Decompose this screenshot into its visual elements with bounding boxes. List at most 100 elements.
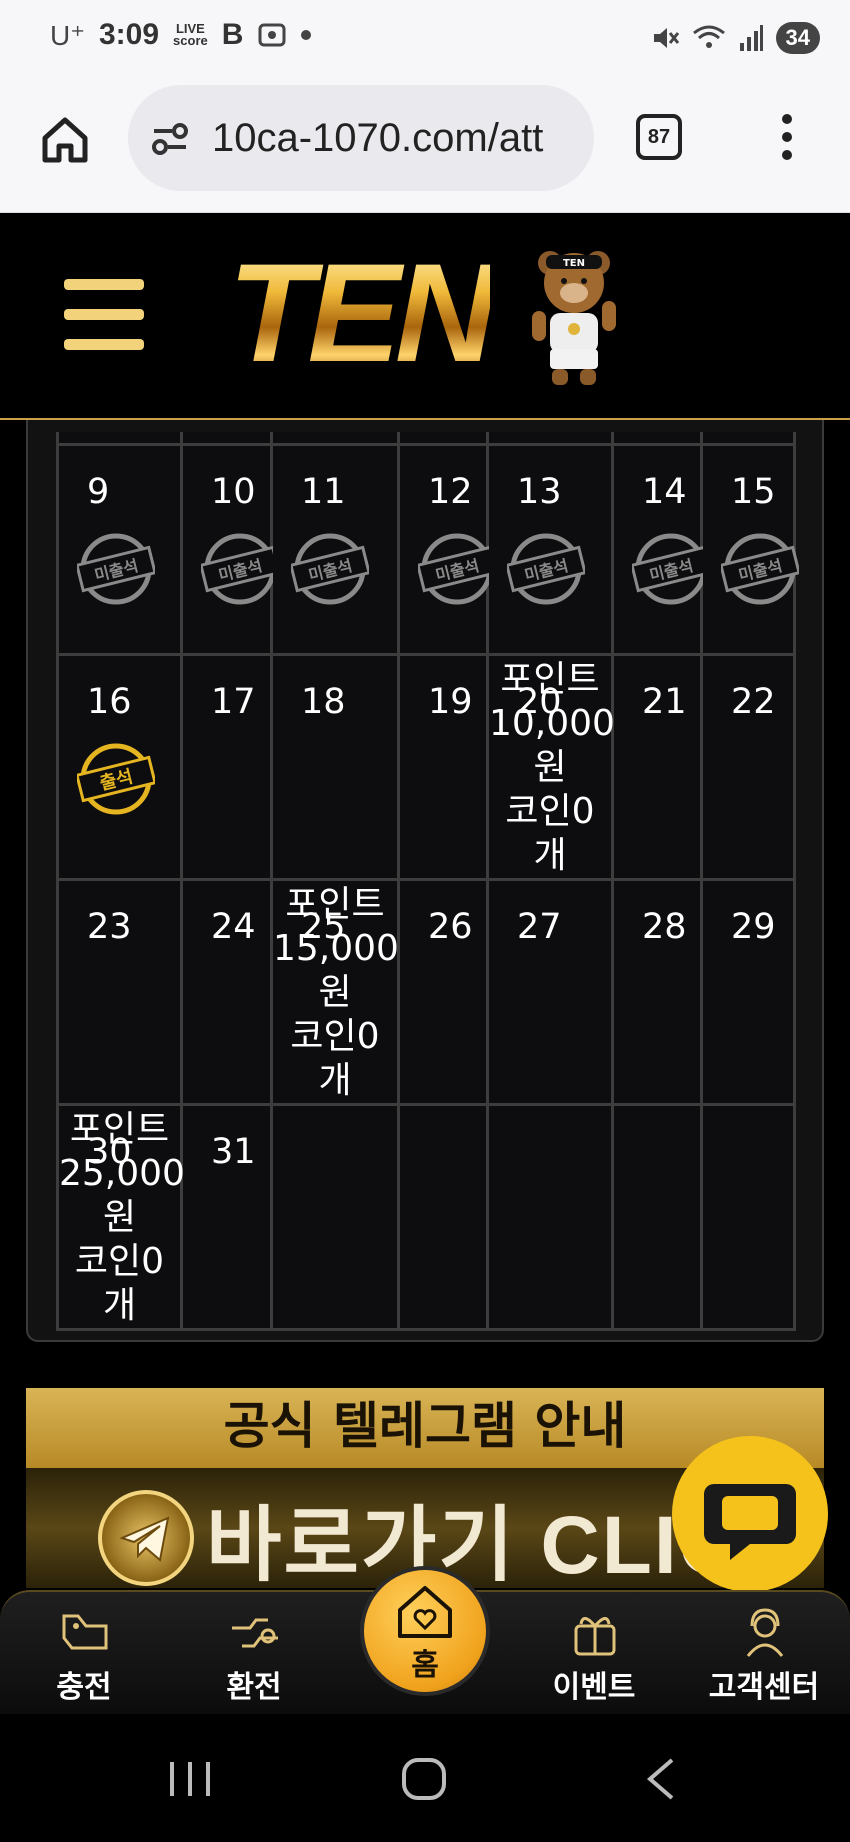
calendar-day-cell[interactable]: 21 — [611, 652, 703, 881]
day-number: 13 — [517, 471, 562, 512]
calendar-week-row: 23 24 25 포인트 15,000 원 코인0 개 26 27 28 29 — [56, 877, 796, 1106]
site-logo[interactable]: TEN — [228, 243, 496, 383]
calendar-cell — [180, 432, 273, 446]
reward-info: 포인트 10,000 원 코인0 개 — [489, 658, 615, 878]
day-number: 29 — [731, 906, 776, 947]
recent-apps-icon[interactable] — [160, 1754, 220, 1804]
battery-indicator: 34 — [775, 22, 820, 54]
calendar-day-cell[interactable] — [486, 1102, 614, 1331]
reward-line: 개 — [318, 1059, 352, 1101]
browser-toolbar: 10ca-1070.com/att 87 — [0, 80, 850, 213]
reward-line: 개 — [102, 1284, 137, 1326]
reward-line: 10,000 — [489, 702, 615, 744]
site-header: TEN TEN — [0, 213, 850, 420]
day-number: 14 — [642, 471, 687, 512]
calendar-day-cell[interactable] — [700, 1102, 796, 1331]
day-number: 10 — [211, 471, 256, 512]
calendar-day-cell[interactable] — [611, 1102, 703, 1331]
absent-stamp-icon: 미출석 — [199, 530, 281, 612]
clock: 3:09 — [99, 18, 160, 51]
notification-dot-icon — [301, 30, 312, 40]
nav-support[interactable]: 고객센터 — [694, 1592, 834, 1716]
system-navigation-bar — [0, 1714, 850, 1842]
wifi-icon — [692, 25, 725, 48]
calendar-day-cell[interactable]: 28 — [611, 877, 703, 1106]
calendar-day-cell[interactable]: 19 — [397, 652, 489, 881]
calendar-day-cell[interactable]: 27 — [486, 877, 614, 1106]
calendar-cell — [486, 432, 614, 446]
absent-stamp-icon: 미출석 — [416, 530, 498, 612]
calendar-day-cell[interactable]: 13 미출석 — [486, 442, 614, 656]
status-right: 34 — [650, 22, 820, 54]
back-icon[interactable] — [632, 1754, 692, 1804]
calendar-day-cell[interactable]: 20 포인트 10,000 원 코인0 개 — [486, 652, 615, 881]
calendar-day-cell[interactable]: 11 미출석 — [270, 442, 400, 656]
nav-event[interactable]: 이벤트 — [524, 1592, 664, 1716]
hamburger-menu-icon[interactable] — [64, 279, 144, 351]
calendar-day-cell[interactable]: 18 — [270, 652, 400, 881]
calendar-day-cell[interactable]: 14 미출석 — [611, 442, 712, 656]
carrier-label: U⁺ — [50, 19, 85, 51]
nav-exchange-label: 환전 — [226, 1670, 282, 1705]
calendar-day-cell[interactable]: 17 — [180, 652, 273, 881]
status-bar: U⁺ 3:09 LIVE score B 34 — [0, 0, 850, 80]
chat-bubble-icon — [704, 1484, 796, 1560]
day-number: 31 — [211, 1131, 256, 1172]
status-left: U⁺ 3:09 LIVE score B — [50, 18, 312, 52]
reward-line: 코인0 — [290, 1015, 380, 1057]
reward-line: 원 — [533, 746, 567, 788]
reward-line: 코인0 — [505, 790, 595, 832]
home-system-icon[interactable] — [394, 1754, 454, 1804]
calendar-day-cell[interactable]: 24 — [180, 877, 273, 1106]
livescore-line2: score — [173, 33, 208, 48]
calendar-day-cell[interactable]: 22 — [700, 652, 796, 881]
reward-info: 포인트 25,000 원 코인0 개 — [59, 1108, 185, 1328]
mascot-badge-text: TEN — [563, 258, 585, 269]
calendar-day-cell[interactable]: 15 미출석 — [700, 442, 801, 656]
nav-support-label: 고객센터 — [708, 1670, 820, 1705]
nav-charge[interactable]: 충전 — [14, 1592, 154, 1716]
day-number: 24 — [211, 906, 256, 947]
nav-home-button[interactable]: 홈 — [360, 1566, 490, 1696]
gift-icon — [574, 1617, 616, 1656]
calendar-day-cell[interactable] — [397, 1102, 489, 1331]
calendar-day-cell[interactable]: 31 — [180, 1102, 273, 1331]
calendar-day-cell[interactable]: 25 포인트 15,000 원 코인0 개 — [270, 877, 400, 1106]
calendar-partial-row — [56, 432, 796, 446]
calendar-cell — [700, 432, 796, 446]
tab-switcher-button[interactable]: 87 — [636, 114, 682, 160]
reward-line: 포인트 — [285, 883, 385, 925]
day-number: 22 — [731, 681, 776, 722]
nav-exchange[interactable]: 환전 — [184, 1592, 324, 1716]
screenshot-icon — [258, 23, 286, 47]
reward-info: 포인트 15,000 원 코인0 개 — [273, 883, 399, 1103]
url-text[interactable]: 10ca-1070.com/att — [212, 116, 582, 161]
day-number: 9 — [87, 471, 110, 512]
calendar-week-row: 30 포인트 25,000 원 코인0 개 31 — [56, 1102, 796, 1331]
home-heart-icon — [398, 1586, 452, 1638]
site-settings-icon[interactable] — [150, 119, 190, 159]
calendar-day-cell[interactable]: 10 미출석 — [180, 442, 281, 656]
day-number: 19 — [428, 681, 473, 722]
calendar-day-cell[interactable]: 30 포인트 25,000 원 코인0 개 — [56, 1102, 185, 1331]
calendar-day-cell[interactable]: 16 출석 — [56, 652, 183, 881]
calendar-day-cell[interactable]: 26 — [397, 877, 489, 1106]
calendar-day-cell[interactable]: 9 미출석 — [56, 442, 183, 656]
calendar-day-cell[interactable]: 29 — [700, 877, 796, 1106]
calendar-day-cell[interactable]: 12 미출석 — [397, 442, 498, 656]
calendar-day-cell[interactable] — [270, 1102, 400, 1331]
absent-stamp-icon: 미출석 — [289, 530, 371, 612]
reward-line: 코인0 — [74, 1240, 165, 1282]
calendar-day-cell[interactable]: 23 — [56, 877, 183, 1106]
reward-line: 포인트 — [500, 658, 600, 700]
absent-stamp-icon: 미출석 — [505, 530, 587, 612]
day-number: 11 — [301, 471, 346, 512]
day-number: 26 — [428, 906, 473, 947]
reward-line: 개 — [533, 834, 567, 876]
reward-line: 15,000 — [273, 927, 399, 969]
telegram-icon — [98, 1490, 194, 1586]
home-icon[interactable] — [40, 114, 90, 164]
address-bar[interactable]: 10ca-1070.com/att — [128, 85, 594, 191]
chat-button[interactable] — [672, 1436, 828, 1592]
browser-menu-icon[interactable] — [772, 114, 802, 164]
